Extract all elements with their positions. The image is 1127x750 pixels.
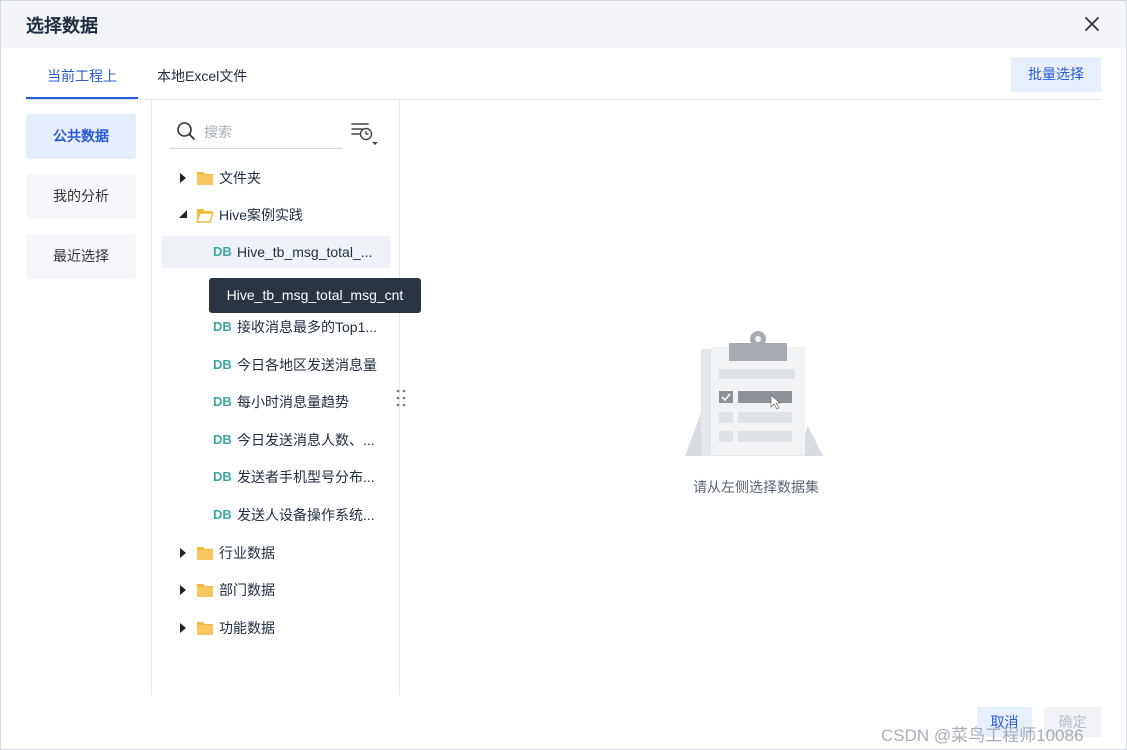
category-nav: 公共数据 我的分析 最近选择 <box>26 100 152 695</box>
tree-folder-label: 文件夹 <box>219 170 261 186</box>
search-input[interactable] <box>204 120 334 144</box>
csdn-watermark: CSDN @菜鸟工程师10086 <box>881 726 1084 745</box>
folder-icon <box>197 547 213 560</box>
nav-item-public-data[interactable]: 公共数据 <box>26 114 136 159</box>
empty-state-message: 请从左侧选择数据集 <box>693 479 819 495</box>
dataset-tree-panel: 文件夹 Hive案例实践 DB Hive_tb_msg_total_... DB… <box>152 100 400 695</box>
folder-icon <box>197 584 213 597</box>
tree-folder-hive-cases[interactable]: Hive案例实践 <box>174 199 374 231</box>
dataset-item[interactable]: DB 每小时消息量趋势 <box>161 386 391 418</box>
caret-down-icon[interactable] <box>178 199 188 231</box>
close-icon[interactable] <box>1081 13 1103 35</box>
filter-history-icon[interactable] <box>350 120 382 148</box>
dataset-item[interactable]: DB 接收消息最多的Top1... <box>161 311 391 343</box>
dialog-title: 选择数据 <box>26 16 98 36</box>
dataset-name-tooltip: Hive_tb_msg_total_msg_cnt <box>209 278 421 313</box>
db-icon: DB <box>213 507 232 522</box>
tree-folder-files[interactable]: 文件夹 <box>174 162 374 194</box>
dataset-item[interactable]: DB Hive_tb_msg_total_... <box>161 236 391 268</box>
folder-open-icon <box>196 209 214 223</box>
nav-item-my-analysis[interactable]: 我的分析 <box>26 174 136 219</box>
folder-icon <box>197 622 213 635</box>
tab-local-excel[interactable]: 本地Excel文件 <box>157 57 247 99</box>
caret-right-icon[interactable] <box>178 612 188 644</box>
db-icon: DB <box>213 357 232 372</box>
caret-right-icon[interactable] <box>178 162 188 194</box>
tree-folder-function[interactable]: 功能数据 <box>174 612 374 644</box>
dataset-label: 每小时消息量趋势 <box>237 394 349 410</box>
nav-item-recent[interactable]: 最近选择 <box>26 234 136 279</box>
dataset-label: 接收消息最多的Top1... <box>237 319 378 335</box>
resize-drag-handle-icon[interactable] <box>394 387 408 409</box>
caret-right-icon[interactable] <box>178 574 188 606</box>
caret-right-icon[interactable] <box>178 537 188 569</box>
tree-folder-label: 部门数据 <box>219 582 275 598</box>
batch-select-button[interactable]: 批量选择 <box>1011 57 1101 92</box>
dataset-label: Hive_tb_msg_total_... <box>237 244 373 260</box>
search-icon <box>177 122 195 140</box>
dataset-label: 今日发送消息人数、... <box>237 432 375 448</box>
dataset-item[interactable]: DB 今日各地区发送消息量 <box>161 349 391 381</box>
dataset-item[interactable]: DB 发送人设备操作系统... <box>161 499 391 531</box>
empty-clipboard-illustration <box>685 331 823 456</box>
dataset-label: 发送人设备操作系统... <box>237 507 375 523</box>
dataset-label: 今日各地区发送消息量 <box>237 357 377 373</box>
tree-folder-department[interactable]: 部门数据 <box>174 574 374 606</box>
db-icon: DB <box>213 432 232 447</box>
empty-state: 请从左侧选择数据集 <box>601 321 911 501</box>
tree-folder-label: Hive案例实践 <box>219 207 304 223</box>
dataset-label: 发送者手机型号分布... <box>237 469 375 485</box>
dataset-item[interactable]: DB 发送者手机型号分布... <box>161 461 391 493</box>
db-icon: DB <box>213 394 232 409</box>
db-icon: DB <box>213 319 232 334</box>
tree-folder-label: 功能数据 <box>219 620 275 636</box>
db-icon: DB <box>213 469 232 484</box>
select-data-dialog: 选择数据 当前工程上 本地Excel文件 批量选择 公共数据 我的分析 最近选择 <box>0 0 1127 750</box>
tree-folder-industry[interactable]: 行业数据 <box>174 537 374 569</box>
db-icon: DB <box>213 244 232 259</box>
tree-folder-label: 行业数据 <box>219 545 275 561</box>
dialog-header: 选择数据 <box>1 1 1126 48</box>
tab-current-project[interactable]: 当前工程上 <box>26 57 138 99</box>
dataset-item[interactable]: DB 今日发送消息人数、... <box>161 424 391 456</box>
search-box <box>170 116 342 149</box>
folder-icon <box>197 172 213 185</box>
